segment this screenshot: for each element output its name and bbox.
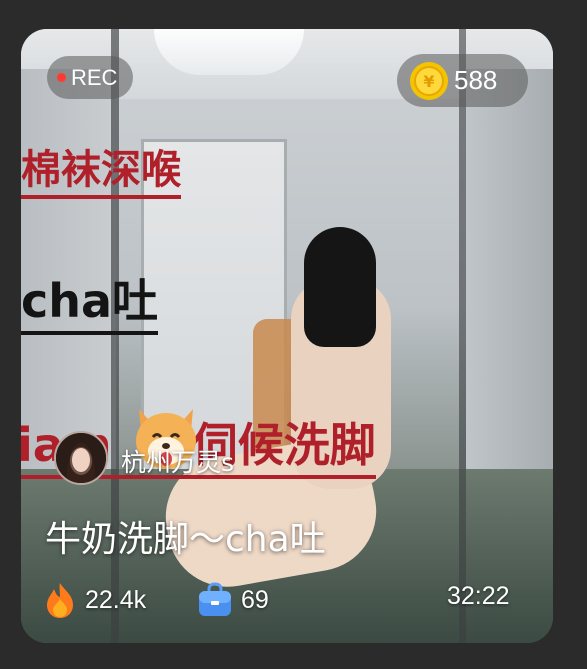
overlay-caption-1: 棉袜深喉 <box>21 137 181 199</box>
scene-person-hair <box>304 227 376 347</box>
rec-label: REC <box>71 64 118 90</box>
author-name[interactable]: 杭州万灵s <box>121 443 234 479</box>
popularity-stat: 22.4k <box>43 580 146 620</box>
rec-badge: REC <box>47 56 133 99</box>
video-card[interactable]: 棉袜深喉 cha吐 iam伺候洗脚 REC ¥ 588 杭州万灵s <box>21 29 553 643</box>
popularity-count: 22.4k <box>85 585 147 614</box>
goods-count: 69 <box>241 585 269 614</box>
fire-icon <box>47 583 73 618</box>
scene-mirror-frame <box>459 29 466 643</box>
author-avatar[interactable] <box>54 431 108 485</box>
rec-dot-icon <box>57 73 66 82</box>
svg-text:¥: ¥ <box>423 72 434 91</box>
overlay-caption-2: cha吐 <box>21 265 159 335</box>
shopping-bag-icon <box>199 582 231 616</box>
avatar-image <box>56 433 106 483</box>
video-title[interactable]: 牛奶洗脚～cha吐 <box>45 510 326 562</box>
video-duration: 32:22 <box>447 582 510 610</box>
coin-value: 588 <box>454 65 498 95</box>
scene-chandelier <box>154 29 304 75</box>
coin-yen-icon: ¥ <box>410 61 448 100</box>
coin-badge[interactable]: ¥ 588 <box>397 54 528 107</box>
goods-stat: 69 <box>197 580 269 620</box>
